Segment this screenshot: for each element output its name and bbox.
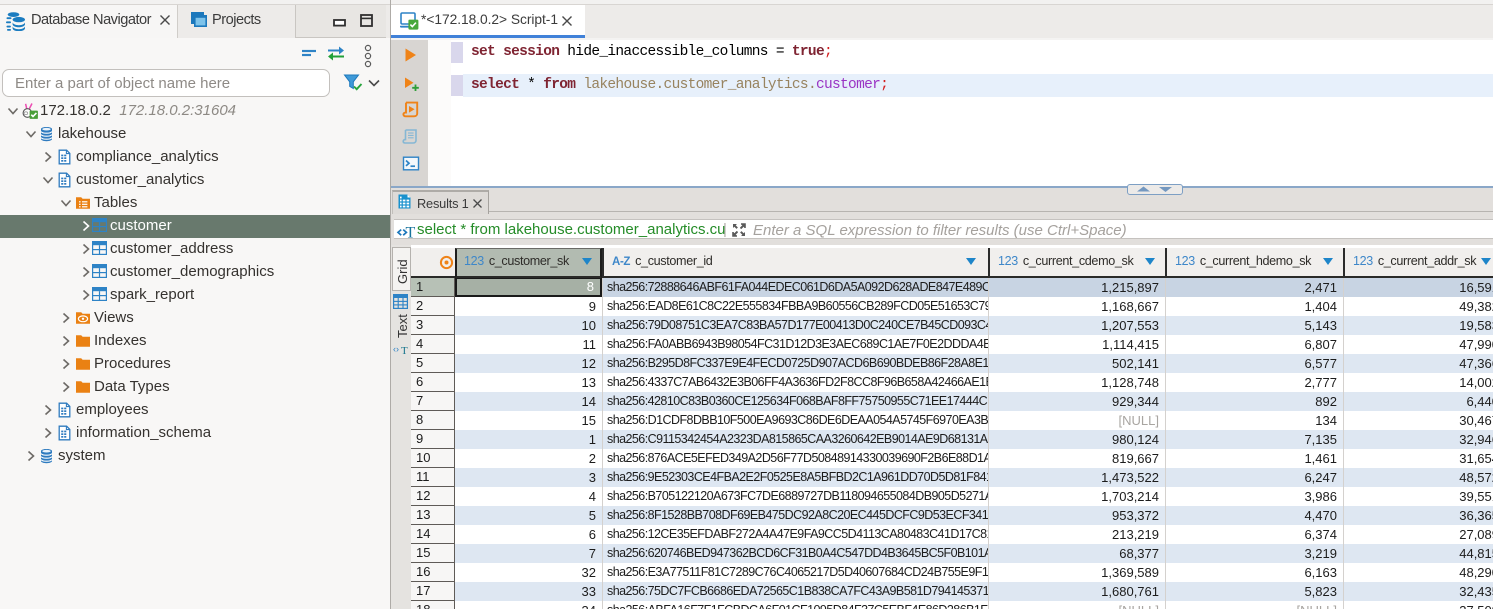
svg-text:‹›: ‹› [393, 344, 399, 354]
svg-text:T: T [401, 345, 408, 356]
svg-text:T: T [406, 225, 416, 240]
